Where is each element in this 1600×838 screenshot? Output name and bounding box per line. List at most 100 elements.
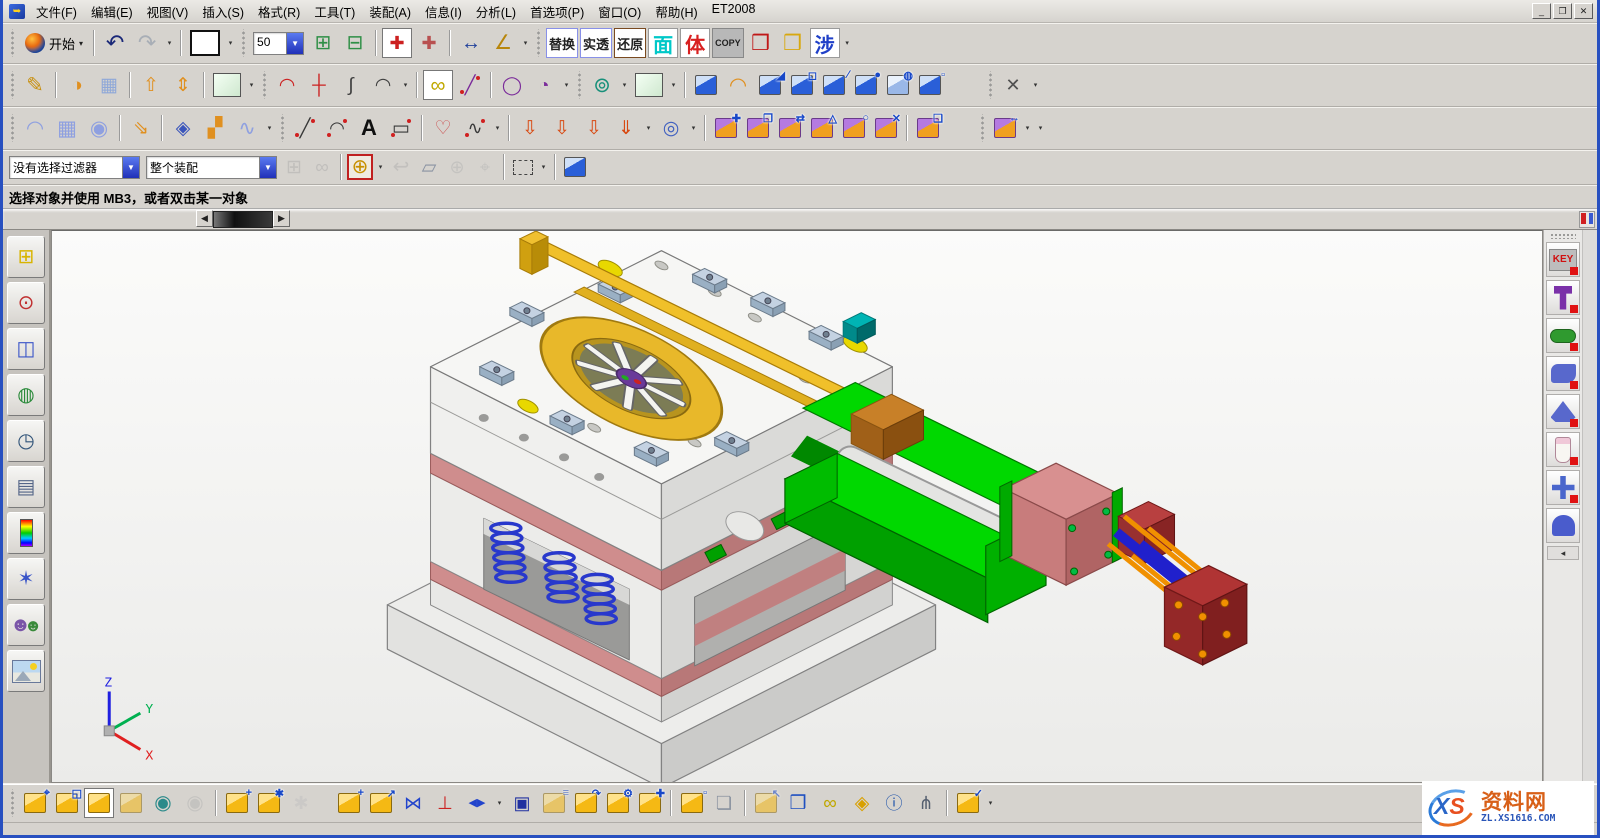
part-navigator-icon[interactable]: ◫: [7, 328, 45, 370]
assembly-clearance-icon[interactable]: ↔: [990, 113, 1020, 143]
plane-swatch[interactable]: [632, 70, 666, 100]
add-component-icon[interactable]: +: [222, 788, 252, 818]
unwrap-dropdown[interactable]: ▾: [688, 115, 699, 141]
offset-surface-icon[interactable]: ⇘: [126, 113, 156, 143]
restore-button[interactable]: ❐: [1553, 3, 1572, 19]
interpart-modeling-icon[interactable]: ◈: [847, 788, 877, 818]
palette-part-link[interactable]: [1546, 318, 1580, 353]
component-report-icon[interactable]: ❏: [913, 113, 943, 143]
curve-trim-icon[interactable]: ┼: [304, 70, 334, 100]
undo-icon[interactable]: ↶: [100, 28, 130, 58]
wave-geometry-linker-icon[interactable]: ∞: [815, 788, 845, 818]
cylinder-constraint-icon[interactable]: ○: [839, 113, 869, 143]
pan-right-button[interactable]: ▶: [273, 210, 290, 227]
menu-file[interactable]: 文件(F): [29, 0, 84, 23]
show-component-icon[interactable]: [84, 788, 114, 818]
line-icon[interactable]: ╱: [290, 113, 320, 143]
visualization-icon[interactable]: [7, 512, 45, 554]
work-layer-combo[interactable]: 50▼: [253, 32, 304, 55]
swept-surface-icon[interactable]: ◠: [20, 113, 50, 143]
block-icon[interactable]: [691, 70, 721, 100]
toolbar-grip[interactable]: [10, 29, 15, 57]
bend-icon[interactable]: ◠: [723, 70, 753, 100]
toolbar-grip[interactable]: [980, 114, 985, 142]
relations-browser-icon[interactable]: ⋔: [911, 788, 941, 818]
wrap-curve-icon[interactable]: ⇩: [579, 113, 609, 143]
start-menu-button[interactable]: 开始▾: [20, 27, 88, 59]
spline-icon[interactable]: ∿: [460, 113, 490, 143]
palette-part-key[interactable]: KEY: [1546, 242, 1580, 277]
make-work-part-icon[interactable]: ⚙: [603, 788, 633, 818]
close-button[interactable]: ✕: [1574, 3, 1593, 19]
component-groups-icon[interactable]: ▫: [677, 788, 707, 818]
palette-part-clamp[interactable]: [1546, 356, 1580, 391]
combined-projection-icon[interactable]: ⇩: [547, 113, 577, 143]
boss-icon[interactable]: ◍: [883, 70, 913, 100]
shell-icon[interactable]: ◻: [787, 70, 817, 100]
layer-settings-icon[interactable]: ⊞: [308, 28, 338, 58]
sketch-icon[interactable]: ✎: [20, 70, 50, 100]
move-component-icon[interactable]: ✚: [711, 113, 741, 143]
measure-projection-icon[interactable]: ✕: [998, 70, 1028, 100]
pan-thumb[interactable]: [213, 211, 273, 228]
rectangle-select-icon[interactable]: [510, 154, 536, 180]
toolbar-grip[interactable]: [262, 71, 267, 99]
create-component-array-icon[interactable]: +: [334, 788, 364, 818]
mate-component-icon[interactable]: ⋈: [398, 788, 428, 818]
toolbar-grip[interactable]: [241, 29, 246, 57]
replace-component-icon[interactable]: ↷: [571, 788, 601, 818]
reposition-component-icon[interactable]: ↗: [366, 788, 396, 818]
palette-grip[interactable]: [1550, 233, 1576, 239]
palette-part-screw[interactable]: [1546, 280, 1580, 315]
linked-body-icon[interactable]: ▫: [915, 70, 945, 100]
shaded-view-cube-icon[interactable]: [561, 154, 589, 180]
sheet-stretch-icon[interactable]: ⇕: [168, 70, 198, 100]
select-style-dropdown[interactable]: ▾: [538, 154, 549, 180]
snapshot-disabled-icon[interactable]: ◉: [180, 788, 210, 818]
translucent-button[interactable]: 实透: [580, 28, 612, 58]
bounded-plane-icon[interactable]: ◉: [84, 113, 114, 143]
palette-collapse-button[interactable]: ◂: [1547, 546, 1579, 560]
chamfer-icon[interactable]: ◢: [755, 70, 785, 100]
toolbar-grip[interactable]: [10, 71, 15, 99]
hole-icon[interactable]: ●: [851, 70, 881, 100]
menu-insert[interactable]: 插入(S): [195, 0, 251, 23]
text-icon[interactable]: A: [354, 113, 384, 143]
find-component-icon[interactable]: ⌖: [20, 788, 50, 818]
measure-distance-icon[interactable]: ↔: [456, 28, 486, 58]
make-displayed-part-icon[interactable]: ✚: [635, 788, 665, 818]
align-components-icon[interactable]: ◀▶: [462, 788, 492, 818]
menu-help[interactable]: 帮助(H): [648, 0, 704, 23]
plane-dropdown[interactable]: ▾: [668, 72, 679, 98]
menu-et2008[interactable]: ET2008: [705, 0, 763, 23]
split-body-icon[interactable]: ∕: [819, 70, 849, 100]
wavy-sheet-icon[interactable]: ∿: [232, 113, 262, 143]
object-color-dropdown[interactable]: ▾: [225, 30, 236, 56]
promote-body-icon[interactable]: ❏: [709, 788, 739, 818]
custom-tools-dropdown[interactable]: ▾: [842, 30, 853, 56]
mesh-surface-icon[interactable]: ▦: [52, 113, 82, 143]
visual-effects-icon[interactable]: ✶: [7, 558, 45, 600]
save-assembly-icon[interactable]: ▣: [507, 788, 537, 818]
unwrap-icon[interactable]: ◎: [656, 113, 686, 143]
clearance-dropdown[interactable]: ▾: [1022, 115, 1033, 141]
menu-assembly[interactable]: 装配(A): [362, 0, 418, 23]
toolbar-grip[interactable]: [577, 71, 582, 99]
datum-plane-dropdown[interactable]: ▾: [246, 72, 257, 98]
chain-select-icon[interactable]: ∞: [423, 70, 453, 100]
palette-dialog-icon[interactable]: ▤: [7, 466, 45, 508]
pad-icon[interactable]: ⇧: [136, 70, 166, 100]
toolbar-grip[interactable]: [10, 789, 15, 817]
find-in-tree-icon[interactable]: ⌖: [472, 154, 498, 180]
copy-button[interactable]: COPY: [712, 28, 744, 58]
snap-point-icon[interactable]: ⊕: [347, 154, 373, 180]
delete-component-icon[interactable]: ✕: [871, 113, 901, 143]
interference-button[interactable]: 涉: [810, 28, 840, 58]
eraser-icon[interactable]: ▱: [416, 154, 442, 180]
roles-icon[interactable]: ☻☻: [7, 604, 45, 646]
redo-options-dropdown[interactable]: ▾: [164, 30, 175, 56]
filter-rings-icon[interactable]: ∞: [309, 154, 335, 180]
pan-left-button[interactable]: ◀: [196, 210, 213, 227]
curve-blend-icon[interactable]: ◠: [272, 70, 302, 100]
arc-extend-icon[interactable]: ◠: [368, 70, 398, 100]
